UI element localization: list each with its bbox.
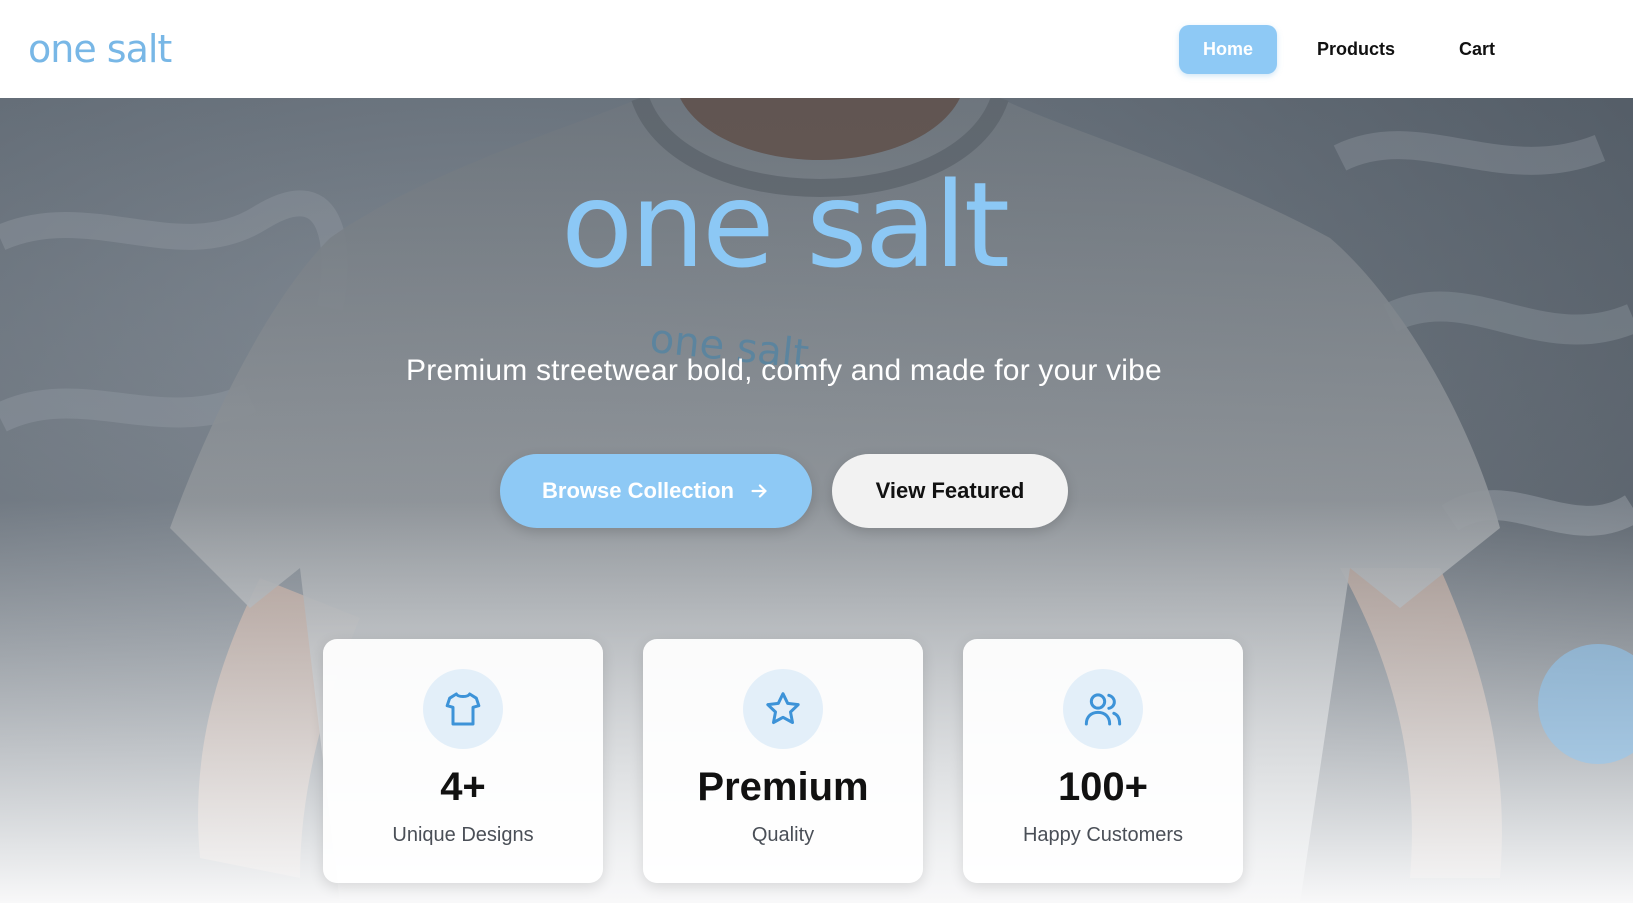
tshirt-icon xyxy=(445,692,481,726)
hero-logo: one salt xyxy=(561,156,1010,294)
stat-label: Happy Customers xyxy=(1022,824,1184,846)
stat-label: Quality xyxy=(751,824,815,846)
stat-label: Unique Designs xyxy=(392,824,534,846)
stat-value: Premium xyxy=(697,765,869,809)
star-icon xyxy=(766,692,800,724)
hero-section: one salt one salt Premium streetwear bol… xyxy=(0,98,1633,903)
users-icon xyxy=(1084,693,1122,726)
arrow-right-icon xyxy=(751,484,767,498)
brand-logo[interactable]: one salt xyxy=(28,30,172,68)
stat-value: 4+ xyxy=(440,765,486,809)
site-header: one salt Home Products Cart xyxy=(0,0,1633,98)
stat-value: 100+ xyxy=(1057,765,1149,809)
nav-cart[interactable]: Cart xyxy=(1435,25,1519,74)
cta-row: Browse Collection View Featured xyxy=(0,454,1568,528)
stat-card-customers: 100+ Happy Customers xyxy=(963,639,1243,883)
stat-card-quality: Premium Quality xyxy=(643,639,923,883)
hero-subtitle: Premium streetwear bold, comfy and made … xyxy=(406,354,1162,387)
nav-home[interactable]: Home xyxy=(1178,24,1277,74)
nav-products[interactable]: Products xyxy=(1293,25,1419,74)
stats-row: 4+ Unique Designs Premium Quality 100+ H… xyxy=(323,639,1243,883)
stat-icon-wrap xyxy=(743,669,823,749)
stat-icon-wrap xyxy=(423,669,503,749)
stat-card-designs: 4+ Unique Designs xyxy=(323,639,603,883)
view-featured-button[interactable]: View Featured xyxy=(832,454,1068,528)
browse-collection-label: Browse Collection xyxy=(542,478,734,503)
stat-icon-wrap xyxy=(1063,669,1143,749)
browse-collection-button[interactable]: Browse Collection xyxy=(500,454,812,528)
main-nav: Home Products Cart xyxy=(1178,24,1519,74)
